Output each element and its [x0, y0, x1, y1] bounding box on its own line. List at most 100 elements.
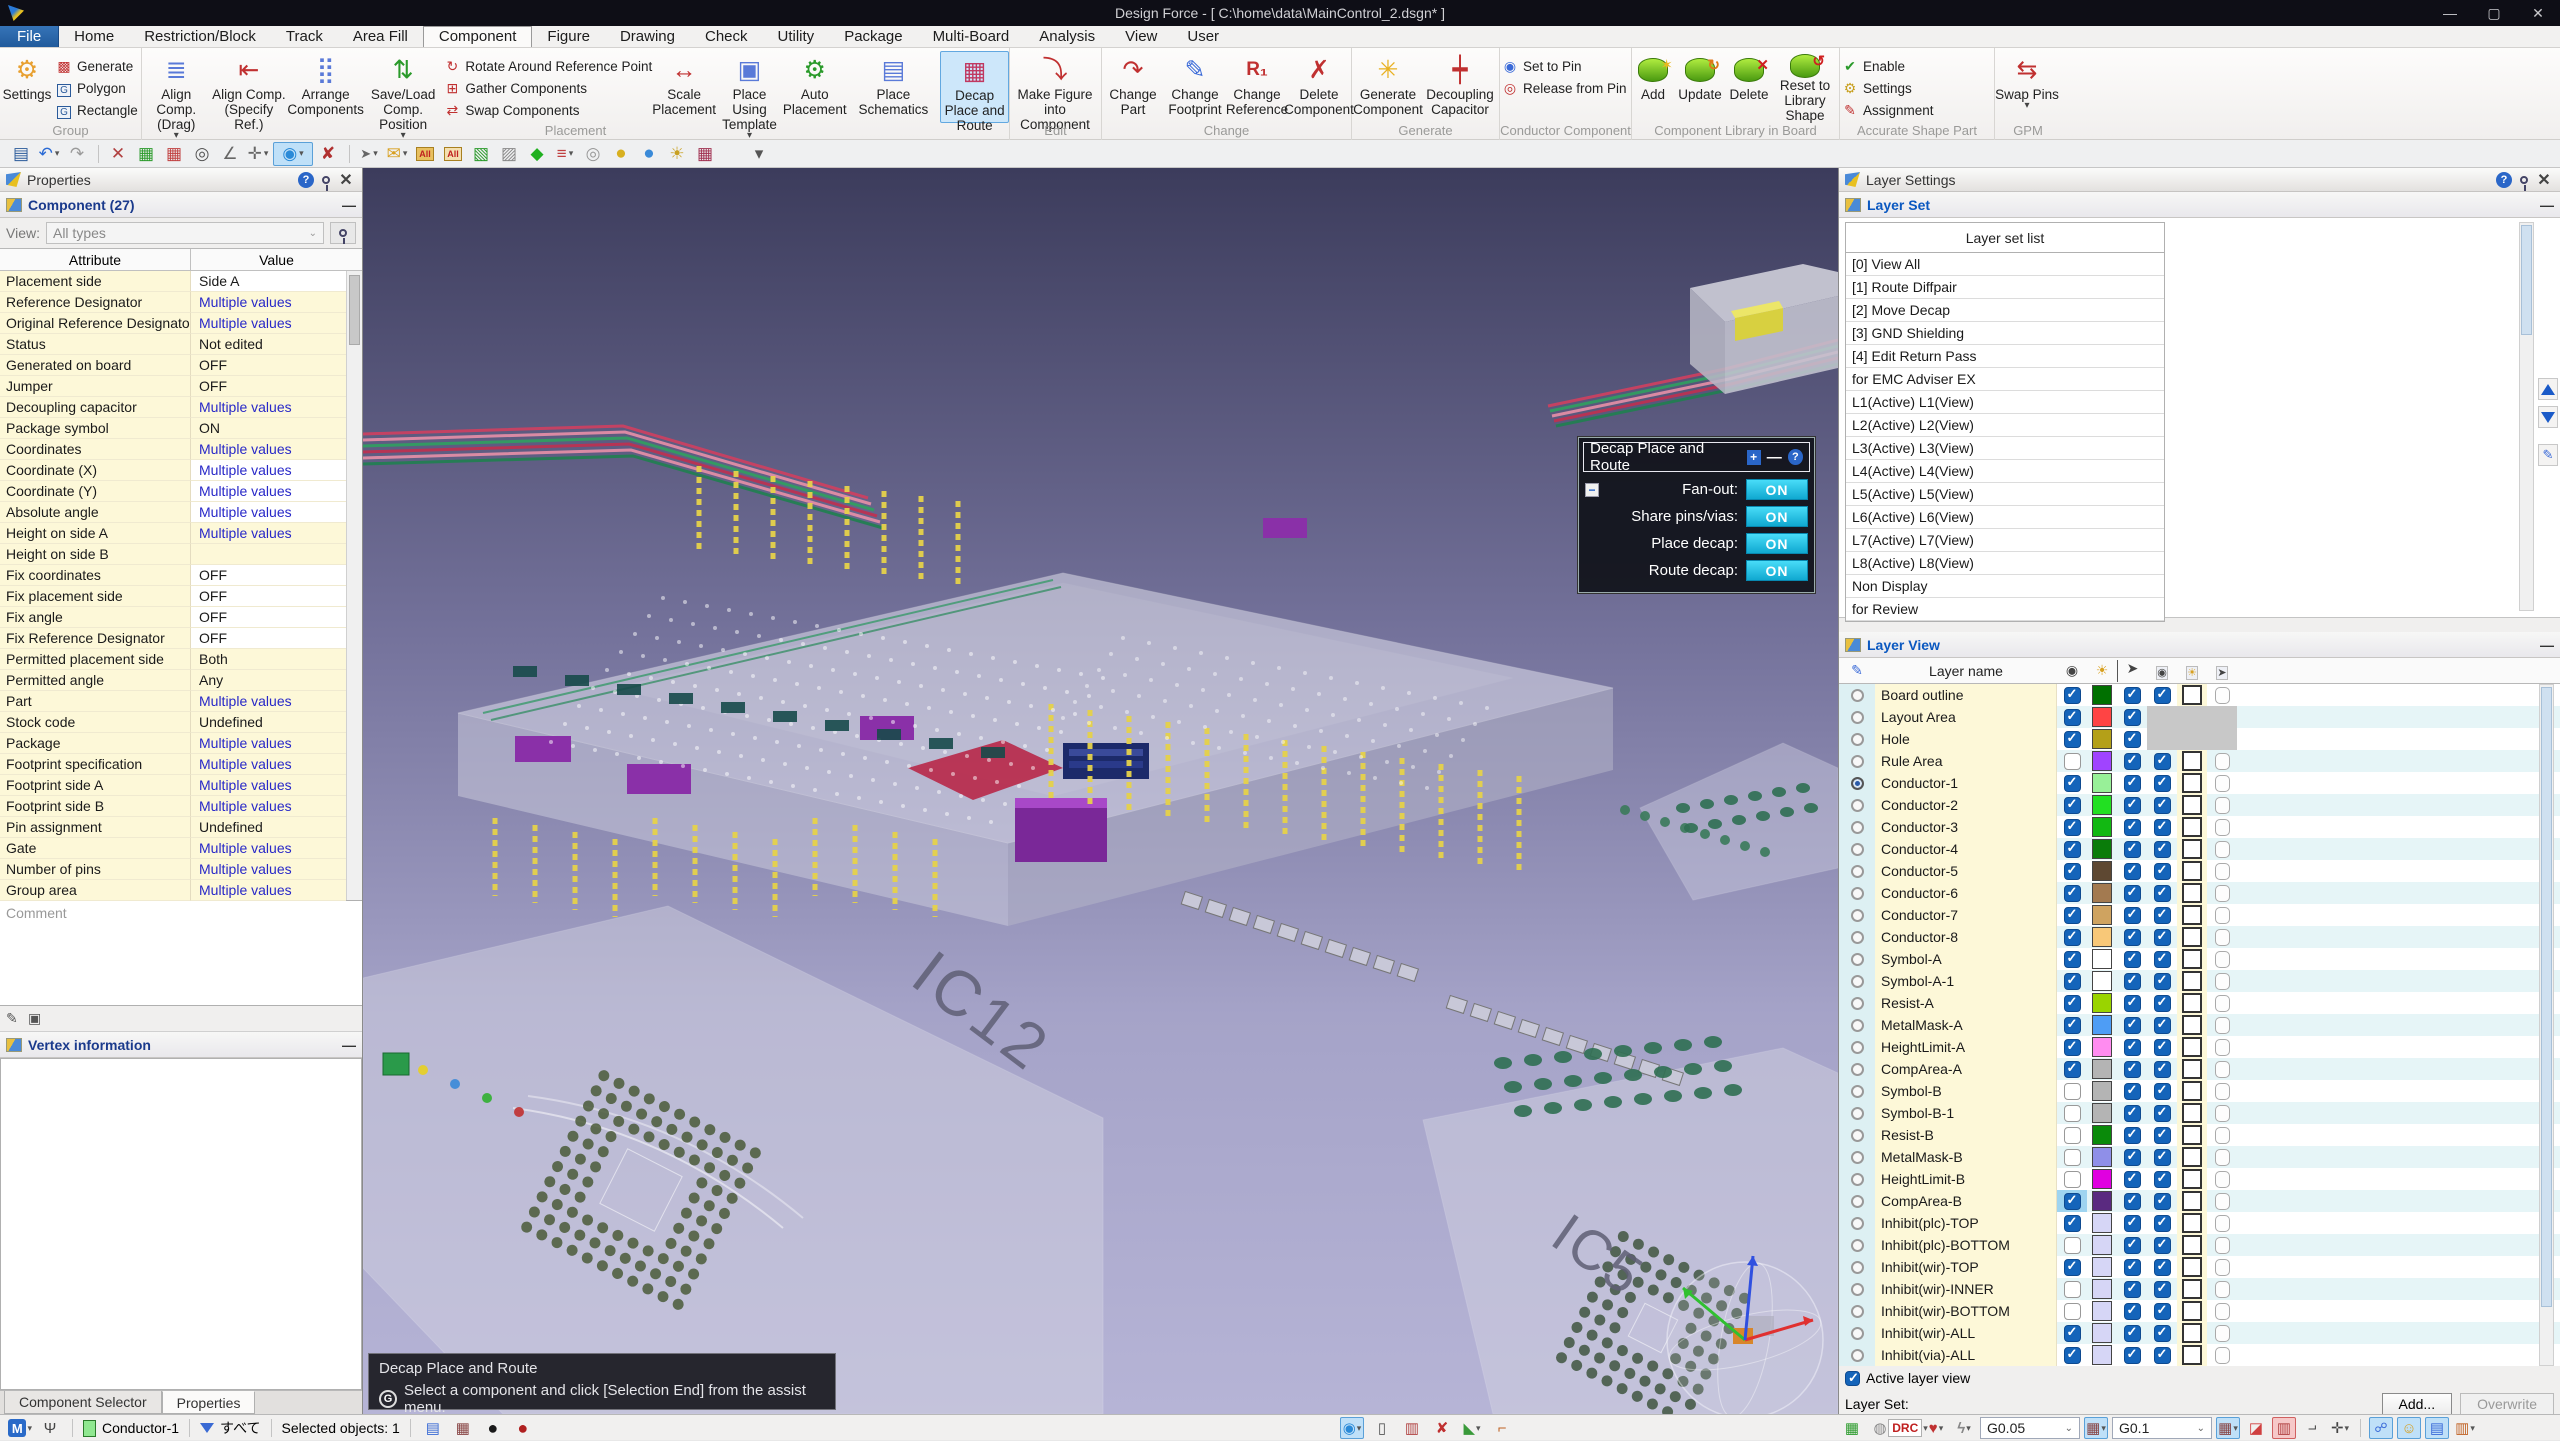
library-add-button[interactable]: Add [1632, 51, 1674, 123]
menu-item[interactable]: Component [423, 26, 533, 47]
active-layer-radio[interactable] [1839, 882, 1875, 904]
print-visibility-checkbox[interactable] [2147, 970, 2177, 992]
active-layer-radio[interactable] [1839, 1058, 1875, 1080]
print-select-checkbox[interactable] [2207, 1014, 2237, 1036]
solid-view-icon[interactable] [468, 142, 494, 166]
selectable-checkbox[interactable] [2117, 1234, 2147, 1256]
visibility-checkbox[interactable] [2057, 772, 2087, 794]
attribute-row[interactable]: Package Multiple values [0, 733, 346, 754]
active-layer-radio[interactable] [1839, 1256, 1875, 1278]
menu-item[interactable]: Track [271, 26, 338, 47]
print-visibility-checkbox[interactable] [2147, 1036, 2177, 1058]
selectable-checkbox[interactable] [2117, 1212, 2147, 1234]
active-layer-name[interactable]: Conductor-1 [102, 1420, 179, 1436]
layer-color-swatch[interactable] [2087, 1344, 2117, 1366]
minimize-dialog-icon[interactable]: — [1767, 449, 1782, 466]
expand-icon[interactable]: + [1747, 450, 1761, 465]
layer-color-swatch[interactable] [2087, 882, 2117, 904]
layer-set-item[interactable]: [0] View All [1846, 253, 2164, 276]
selectable-checkbox[interactable] [2117, 772, 2147, 794]
menu-item[interactable]: User [1172, 26, 1234, 47]
visibility-checkbox[interactable] [2057, 970, 2087, 992]
accurate-assignment-button[interactable]: Assignment [1840, 99, 1934, 121]
view-type-dropdown[interactable]: All types⌄ [46, 222, 324, 244]
layer-row[interactable]: Symbol-B-1 [1839, 1102, 2560, 1124]
print-color-checkbox[interactable] [2177, 728, 2207, 750]
close-icon[interactable]: ✕ [336, 171, 356, 189]
menu-item[interactable]: Home [59, 26, 129, 47]
lock-all-icon[interactable] [412, 142, 438, 166]
set-to-pin-button[interactable]: Set to Pin [1500, 55, 1627, 77]
layer-set-item[interactable]: [1] Route Diffpair [1846, 276, 2164, 299]
pcb-3d-view[interactable]: IC12 IC5 [363, 168, 1838, 1414]
print-cursor-icon[interactable]: ➤ [2207, 663, 2237, 679]
layer-row[interactable]: Inhibit(plc)-TOP [1839, 1212, 2560, 1234]
print-color-checkbox[interactable] [2177, 992, 2207, 1014]
attribute-row[interactable]: Original Reference Designator Multiple v… [0, 313, 346, 334]
attribute-row[interactable]: Permitted angle Any [0, 670, 346, 691]
print-color-checkbox[interactable] [2177, 860, 2207, 882]
swap-pins-button[interactable]: Swap Pins▾ [1995, 51, 2059, 123]
selectable-checkbox[interactable] [2117, 750, 2147, 772]
visibility-checkbox[interactable] [2057, 1212, 2087, 1234]
layer-color-swatch[interactable] [2087, 1322, 2117, 1344]
menu-item[interactable]: Figure [532, 26, 605, 47]
collapse-icon[interactable]: — [2540, 197, 2554, 213]
diamond-icon[interactable] [524, 142, 550, 166]
print-select-checkbox[interactable] [2207, 1300, 2237, 1322]
print-visibility-checkbox[interactable] [2147, 1058, 2177, 1080]
attribute-row[interactable]: Part Multiple values [0, 691, 346, 712]
collapse-icon[interactable]: — [342, 197, 356, 213]
selectable-checkbox[interactable] [2117, 1080, 2147, 1102]
layer-row[interactable]: Inhibit(wir)-BOTTOM [1839, 1300, 2560, 1322]
layer-row[interactable]: MetalMask-A [1839, 1014, 2560, 1036]
dialog-help-icon[interactable]: ? [1788, 449, 1803, 465]
selectable-checkbox[interactable] [2117, 904, 2147, 926]
print-select-checkbox[interactable] [2207, 970, 2237, 992]
attribute-row[interactable]: Absolute angle Multiple values [0, 502, 346, 523]
layer-color-swatch[interactable] [2087, 1190, 2117, 1212]
print-select-checkbox[interactable] [2207, 772, 2237, 794]
selectable-checkbox[interactable] [2117, 1036, 2147, 1058]
layer-color-swatch[interactable] [2087, 1102, 2117, 1124]
selectable-checkbox[interactable] [2117, 970, 2147, 992]
filter-value[interactable]: すべて [220, 1418, 260, 1438]
print-visibility-checkbox[interactable] [2147, 750, 2177, 772]
active-layer-radio[interactable] [1839, 1146, 1875, 1168]
visibility-checkbox[interactable] [2057, 1190, 2087, 1212]
layer-color-swatch[interactable] [2087, 904, 2117, 926]
close-window-button[interactable]: ✕ [2516, 0, 2560, 26]
print-select-checkbox[interactable] [2207, 1278, 2237, 1300]
print-select-checkbox[interactable] [2207, 684, 2237, 706]
visibility-checkbox[interactable] [2057, 1036, 2087, 1058]
active-layer-radio[interactable] [1839, 926, 1875, 948]
accurate-enable-button[interactable]: Enable [1840, 55, 1934, 77]
print-select-checkbox[interactable] [2207, 838, 2237, 860]
reset-to-library-shape-button[interactable]: Reset to Library Shape [1772, 51, 1838, 123]
sphere-yellow-icon[interactable] [608, 142, 634, 166]
visibility-checkbox[interactable] [2057, 1168, 2087, 1190]
rotate-around-reference-point-button[interactable]: Rotate Around Reference Point [442, 55, 652, 77]
notes-toggle-icon[interactable] [2425, 1417, 2449, 1439]
active-layer-radio[interactable] [1839, 948, 1875, 970]
print-select-checkbox[interactable] [2207, 750, 2237, 772]
overwrite-layer-set-button[interactable]: Overwrite [2460, 1393, 2554, 1416]
layer-color-swatch[interactable] [2087, 794, 2117, 816]
print-select-checkbox[interactable] [2207, 1146, 2237, 1168]
attribute-row[interactable]: Height on side B [0, 544, 346, 565]
layer-color-swatch[interactable] [2087, 948, 2117, 970]
selectable-checkbox[interactable] [2117, 816, 2147, 838]
visibility-checkbox[interactable] [2057, 882, 2087, 904]
visibility-checkbox[interactable] [2057, 1234, 2087, 1256]
layer-row[interactable]: CompArea-B [1839, 1190, 2560, 1212]
layer-row[interactable]: Conductor-3 [1839, 816, 2560, 838]
print-color-checkbox[interactable] [2177, 1080, 2207, 1102]
attribute-column-header[interactable]: Attribute [0, 249, 191, 270]
print-visibility-checkbox[interactable] [2147, 794, 2177, 816]
print-select-checkbox[interactable] [2207, 1080, 2237, 1102]
print-color-checkbox[interactable] [2177, 1344, 2207, 1366]
print-color-checkbox[interactable] [2177, 1300, 2207, 1322]
help-icon[interactable]: ? [2494, 171, 2514, 189]
print-visibility-checkbox[interactable] [2147, 904, 2177, 926]
online-drc-icon[interactable] [1340, 1417, 1364, 1439]
